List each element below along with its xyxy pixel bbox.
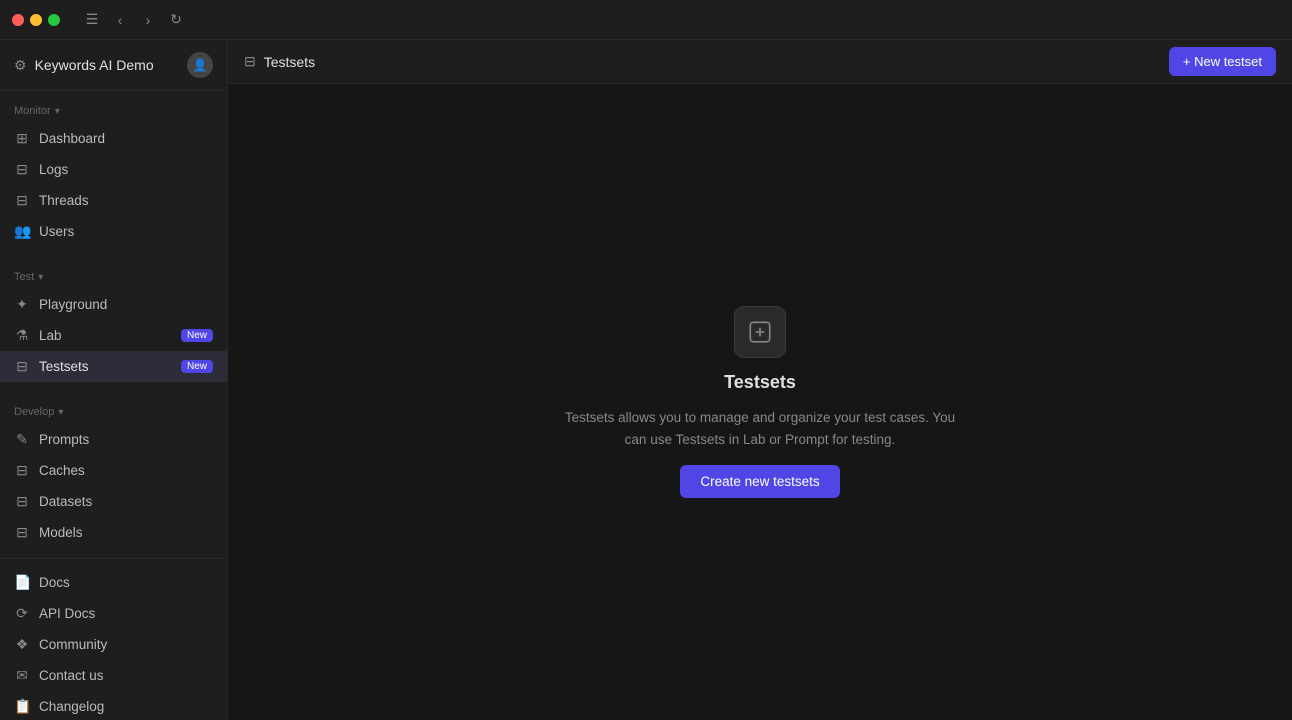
api-docs-icon: ⟳ (14, 605, 30, 622)
window-controls (12, 14, 60, 26)
playground-icon: ✦ (14, 296, 30, 313)
sidebar-item-users[interactable]: 👥 Users (0, 216, 227, 247)
sidebar-item-models[interactable]: ⊟ Models (0, 517, 227, 548)
sidebar-item-label: API Docs (39, 606, 213, 621)
testsets-icon: ⊟ (14, 358, 30, 375)
sidebar-item-dashboard[interactable]: ⊞ Dashboard (0, 123, 227, 154)
close-dot[interactable] (12, 14, 24, 26)
sidebar-item-label: Contact us (39, 668, 213, 683)
develop-section-label: Develop ▾ (0, 402, 227, 424)
minimize-dot[interactable] (30, 14, 42, 26)
sidebar-item-label: Caches (39, 463, 213, 478)
sidebar-item-contact[interactable]: ✉ Contact us (0, 660, 227, 691)
sidebar-item-label: Dashboard (39, 131, 213, 146)
sidebar-item-threads[interactable]: ⊟ Threads (0, 185, 227, 216)
sidebar-item-label: Logs (39, 162, 213, 177)
sidebar-item-label: Lab (39, 328, 172, 343)
sidebar-item-api-docs[interactable]: ⟳ API Docs (0, 598, 227, 629)
sidebar-item-label: Community (39, 637, 213, 652)
lab-icon: ⚗ (14, 327, 30, 344)
user-icon: 👤 (193, 58, 208, 72)
monitor-section-label: Monitor ▾ (0, 101, 227, 123)
sidebar: ⚙ Keywords AI Demo 👤 Monitor ▾ ⊞ Dashboa… (0, 40, 228, 720)
workspace-name: Keywords AI Demo (35, 57, 154, 73)
sidebar-item-label: Testsets (39, 359, 172, 374)
sidebar-item-playground[interactable]: ✦ Playground (0, 289, 227, 320)
testsets-new-badge: New (181, 360, 213, 373)
changelog-icon: 📋 (14, 698, 30, 715)
workspace-info: ⚙ Keywords AI Demo (14, 57, 154, 74)
page-title-area: ⊟ Testsets (244, 53, 315, 70)
sidebar-item-lab[interactable]: ⚗ Lab New (0, 320, 227, 351)
new-testset-button[interactable]: + New testset (1169, 47, 1276, 76)
sidebar-item-label: Changelog (39, 699, 213, 714)
sidebar-item-label: Datasets (39, 494, 213, 509)
develop-section: Develop ▾ ✎ Prompts ⊟ Caches ⊟ Datasets … (0, 392, 227, 558)
sidebar-item-label: Threads (39, 193, 213, 208)
contact-icon: ✉ (14, 667, 30, 684)
sidebar-item-caches[interactable]: ⊟ Caches (0, 455, 227, 486)
sidebar-item-changelog[interactable]: 📋 Changelog (0, 691, 227, 720)
dashboard-icon: ⊞ (14, 130, 30, 147)
sidebar-item-label: Users (39, 224, 213, 239)
sidebar-item-datasets[interactable]: ⊟ Datasets (0, 486, 227, 517)
main-content: ⊟ Testsets + New testset Testsets Testse… (228, 40, 1292, 720)
page-icon: ⊟ (244, 53, 256, 70)
empty-state-description: Testsets allows you to manage and organi… (560, 407, 960, 450)
titlebar: ☰ ‹ › ↻ (0, 0, 1292, 40)
forward-button[interactable]: › (136, 8, 160, 32)
sidebar-item-testsets[interactable]: ⊟ Testsets New (0, 351, 227, 382)
lab-new-badge: New (181, 329, 213, 342)
test-section-label: Test ▾ (0, 267, 227, 289)
sidebar-bottom: 📄 Docs ⟳ API Docs ❖ Community ✉ Contact … (0, 558, 227, 720)
develop-arrow-icon: ▾ (58, 407, 63, 418)
sidebar-item-logs[interactable]: ⊟ Logs (0, 154, 227, 185)
users-icon: 👥 (14, 223, 30, 240)
threads-icon: ⊟ (14, 192, 30, 209)
community-icon: ❖ (14, 636, 30, 653)
models-icon: ⊟ (14, 524, 30, 541)
empty-state: Testsets Testsets allows you to manage a… (560, 306, 960, 497)
sidebar-item-label: Docs (39, 575, 213, 590)
monitor-arrow-icon: ▾ (55, 106, 60, 117)
sidebar-item-label: Playground (39, 297, 213, 312)
sidebar-toggle-button[interactable]: ☰ (80, 8, 104, 32)
prompts-icon: ✎ (14, 431, 30, 448)
back-button[interactable]: ‹ (108, 8, 132, 32)
sidebar-item-prompts[interactable]: ✎ Prompts (0, 424, 227, 455)
monitor-section: Monitor ▾ ⊞ Dashboard ⊟ Logs ⊟ Threads 👥… (0, 91, 227, 257)
content-body: Testsets Testsets allows you to manage a… (228, 84, 1292, 720)
caches-icon: ⊟ (14, 462, 30, 479)
create-testsets-button[interactable]: Create new testsets (680, 465, 839, 498)
sidebar-item-label: Prompts (39, 432, 213, 447)
refresh-button[interactable]: ↻ (164, 8, 188, 32)
empty-state-icon (734, 306, 786, 358)
sidebar-item-label: Models (39, 525, 213, 540)
nav-buttons: ☰ ‹ › ↻ (80, 8, 188, 32)
app-layout: ⚙ Keywords AI Demo 👤 Monitor ▾ ⊞ Dashboa… (0, 40, 1292, 720)
sidebar-item-docs[interactable]: 📄 Docs (0, 567, 227, 598)
maximize-dot[interactable] (48, 14, 60, 26)
datasets-icon: ⊟ (14, 493, 30, 510)
sidebar-item-community[interactable]: ❖ Community (0, 629, 227, 660)
content-header: ⊟ Testsets + New testset (228, 40, 1292, 84)
logs-icon: ⊟ (14, 161, 30, 178)
gear-icon: ⚙ (14, 57, 27, 74)
test-arrow-icon: ▾ (38, 272, 43, 283)
docs-icon: 📄 (14, 574, 30, 591)
sidebar-header: ⚙ Keywords AI Demo 👤 (0, 40, 227, 91)
user-avatar[interactable]: 👤 (187, 52, 213, 78)
empty-state-title: Testsets (724, 372, 796, 393)
page-title: Testsets (264, 54, 315, 70)
test-section: Test ▾ ✦ Playground ⚗ Lab New ⊟ Testsets… (0, 257, 227, 392)
